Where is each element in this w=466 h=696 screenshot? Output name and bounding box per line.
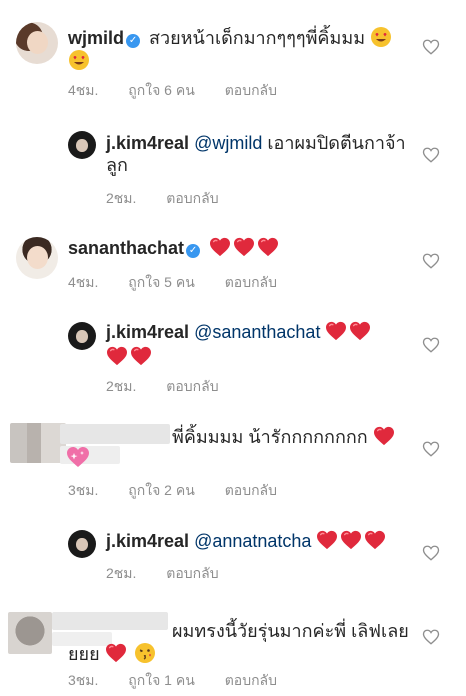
- avatar[interactable]: [68, 322, 96, 350]
- comment-meta: 2ชม. ตอบกลับ: [106, 563, 245, 585]
- heart-outline-icon[interactable]: [422, 146, 440, 164]
- reply-button[interactable]: ตอบกลับ: [225, 82, 277, 98]
- comment-meta: 3ชม. ถูกใจ 1 คน ตอบกลับ: [68, 670, 303, 692]
- heart-outline-icon[interactable]: [422, 440, 440, 458]
- mention-link[interactable]: @wjmild: [194, 133, 262, 153]
- reply-button[interactable]: ตอบกลับ: [225, 672, 277, 688]
- red-heart-emoji: [233, 237, 255, 257]
- comment-text: พี่คิ้มมมม น้ารักกกกกกกก: [172, 426, 412, 448]
- reply-button[interactable]: ตอบกลับ: [166, 190, 218, 206]
- avatar[interactable]: [68, 530, 96, 558]
- comment-meta: 2ชม. ตอบกลับ: [106, 376, 245, 398]
- comment-body-line2: ลูก: [106, 155, 128, 175]
- blurred-username: [52, 612, 168, 630]
- red-heart-emoji: [349, 321, 371, 341]
- comment-text: wjmild ✓ สวยหน้าเด็กมากๆๆๆพี่คิ้มมม: [68, 26, 418, 72]
- comment-body: สวยหน้าเด็กมากๆๆๆพี่คิ้มมม: [149, 28, 366, 48]
- red-heart-emoji: [364, 530, 386, 550]
- comment-body-line2: ยยย: [68, 644, 100, 664]
- sparkling-heart-emoji: [67, 447, 89, 467]
- comment-text: sananthachat ✓: [68, 237, 418, 259]
- red-heart-emoji: [106, 346, 128, 366]
- avatar[interactable]: [68, 131, 96, 159]
- username[interactable]: j.kim4real: [106, 531, 189, 551]
- comment-meta: 4ชม. ถูกใจ 5 คน ตอบกลับ: [68, 272, 303, 294]
- timestamp: 2ชม.: [106, 190, 137, 206]
- red-heart-emoji: [340, 530, 362, 550]
- red-heart-emoji: [373, 426, 395, 446]
- comment-text-line2: ยยย: [68, 642, 268, 665]
- comment-text: ผมทรงนี้วัยรุ่นมากค่ะพี่ เลิฟเลย: [172, 620, 422, 642]
- heart-eyes-emoji: [69, 50, 89, 70]
- mention-link[interactable]: @sananthachat: [194, 322, 320, 342]
- mention-link[interactable]: @annatnatcha: [194, 531, 311, 551]
- red-heart-emoji: [257, 237, 279, 257]
- username[interactable]: j.kim4real: [106, 133, 189, 153]
- avatar[interactable]: [16, 237, 58, 279]
- timestamp: 3ชม.: [68, 672, 99, 688]
- username[interactable]: sananthachat: [68, 238, 184, 258]
- likes-count[interactable]: ถูกใจ 2 คน: [128, 482, 195, 498]
- red-heart-emoji: [105, 643, 127, 663]
- timestamp: 4ชม.: [68, 82, 99, 98]
- timestamp: 3ชม.: [68, 482, 99, 498]
- heart-outline-icon[interactable]: [422, 628, 440, 646]
- likes-count[interactable]: ถูกใจ 1 คน: [128, 672, 195, 688]
- username[interactable]: j.kim4real: [106, 322, 189, 342]
- red-heart-emoji: [316, 530, 338, 550]
- red-heart-emoji: [130, 346, 152, 366]
- kissing-heart-emoji: [134, 643, 155, 663]
- reply-button[interactable]: ตอบกลับ: [225, 482, 277, 498]
- timestamp: 2ชม.: [106, 565, 137, 581]
- timestamp: 2ชม.: [106, 378, 137, 394]
- comment-text: j.kim4real @wjmild เอาผมปิดตีนกาจ้า ลูก: [106, 132, 406, 176]
- comment-body: ผมทรงนี้วัยรุ่นมากค่ะพี่ เลิฟเลย: [172, 621, 409, 641]
- verified-badge-icon: ✓: [186, 244, 201, 258]
- verified-badge-icon: ✓: [126, 34, 141, 48]
- reply-button[interactable]: ตอบกลับ: [166, 378, 218, 394]
- heart-outline-icon[interactable]: [422, 544, 440, 562]
- avatar[interactable]: [16, 22, 58, 64]
- comment-text: j.kim4real @sananthachat: [106, 321, 406, 368]
- comment-meta: 2ชม. ตอบกลับ: [106, 188, 245, 210]
- reply-button[interactable]: ตอบกลับ: [225, 274, 277, 290]
- comment-meta: 4ชม. ถูกใจ 6 คน ตอบกลับ: [68, 80, 303, 102]
- likes-count[interactable]: ถูกใจ 5 คน: [128, 274, 195, 290]
- heart-outline-icon[interactable]: [422, 336, 440, 354]
- heart-outline-icon[interactable]: [422, 38, 440, 56]
- username[interactable]: wjmild: [68, 28, 124, 48]
- comment-meta: 3ชม. ถูกใจ 2 คน ตอบกลับ: [68, 480, 303, 502]
- reply-button[interactable]: ตอบกลับ: [166, 565, 218, 581]
- red-heart-emoji: [325, 321, 347, 341]
- heart-eyes-emoji: [371, 27, 392, 47]
- blurred-username: [60, 424, 170, 444]
- comment-body: พี่คิ้มมมม น้ารักกกกกกกก: [172, 427, 368, 447]
- timestamp: 4ชม.: [68, 274, 99, 290]
- blurred-avatar: [10, 423, 66, 463]
- red-heart-emoji: [209, 237, 231, 257]
- likes-count[interactable]: ถูกใจ 6 คน: [128, 82, 195, 98]
- comment-text: j.kim4real @annatnatcha: [106, 530, 426, 552]
- blurred-avatar: [8, 612, 52, 654]
- heart-outline-icon[interactable]: [422, 252, 440, 270]
- comment-body: เอาผมปิดตีนกาจ้า: [267, 133, 406, 153]
